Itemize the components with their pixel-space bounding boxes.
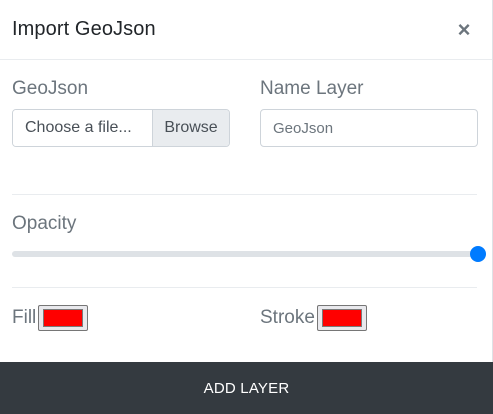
dialog-title: Import GeoJson [12,18,156,40]
add-layer-button[interactable]: ADD LAYER [0,362,493,414]
fill-label: Fill [12,307,37,328]
fill-group: Fill [12,305,230,331]
close-icon[interactable]: × [454,18,474,40]
section-divider [12,194,477,195]
geojson-group: GeoJson Choose a file... Browse [12,78,230,147]
browse-button[interactable]: Browse [152,110,229,146]
geojson-file-input[interactable]: Choose a file... Browse [12,109,230,147]
opacity-label: Opacity [12,213,77,234]
import-geojson-dialog: Import GeoJson × GeoJson Choose a file..… [0,0,493,414]
stroke-color-picker[interactable] [316,305,367,331]
color-row: Fill Stroke [12,305,477,331]
name-layer-group: Name Layer [260,78,478,147]
name-layer-label: Name Layer [260,78,364,99]
opacity-slider-track[interactable] [12,251,478,257]
file-input-placeholder[interactable]: Choose a file... [13,110,152,146]
fill-color-swatch[interactable] [43,309,84,327]
dialog-header: Import GeoJson × [0,0,492,60]
opacity-group: Opacity [12,213,477,235]
opacity-slider[interactable] [12,244,486,264]
opacity-slider-thumb[interactable] [470,246,486,262]
stroke-group: Stroke [260,305,478,331]
stroke-label: Stroke [260,307,315,328]
stroke-color-swatch[interactable] [321,309,362,327]
fill-color-picker[interactable] [38,305,89,331]
geojson-label: GeoJson [12,78,89,99]
section-divider [12,287,477,288]
file-and-name-row: GeoJson Choose a file... Browse Name Lay… [12,78,478,147]
name-layer-input[interactable] [260,109,478,147]
